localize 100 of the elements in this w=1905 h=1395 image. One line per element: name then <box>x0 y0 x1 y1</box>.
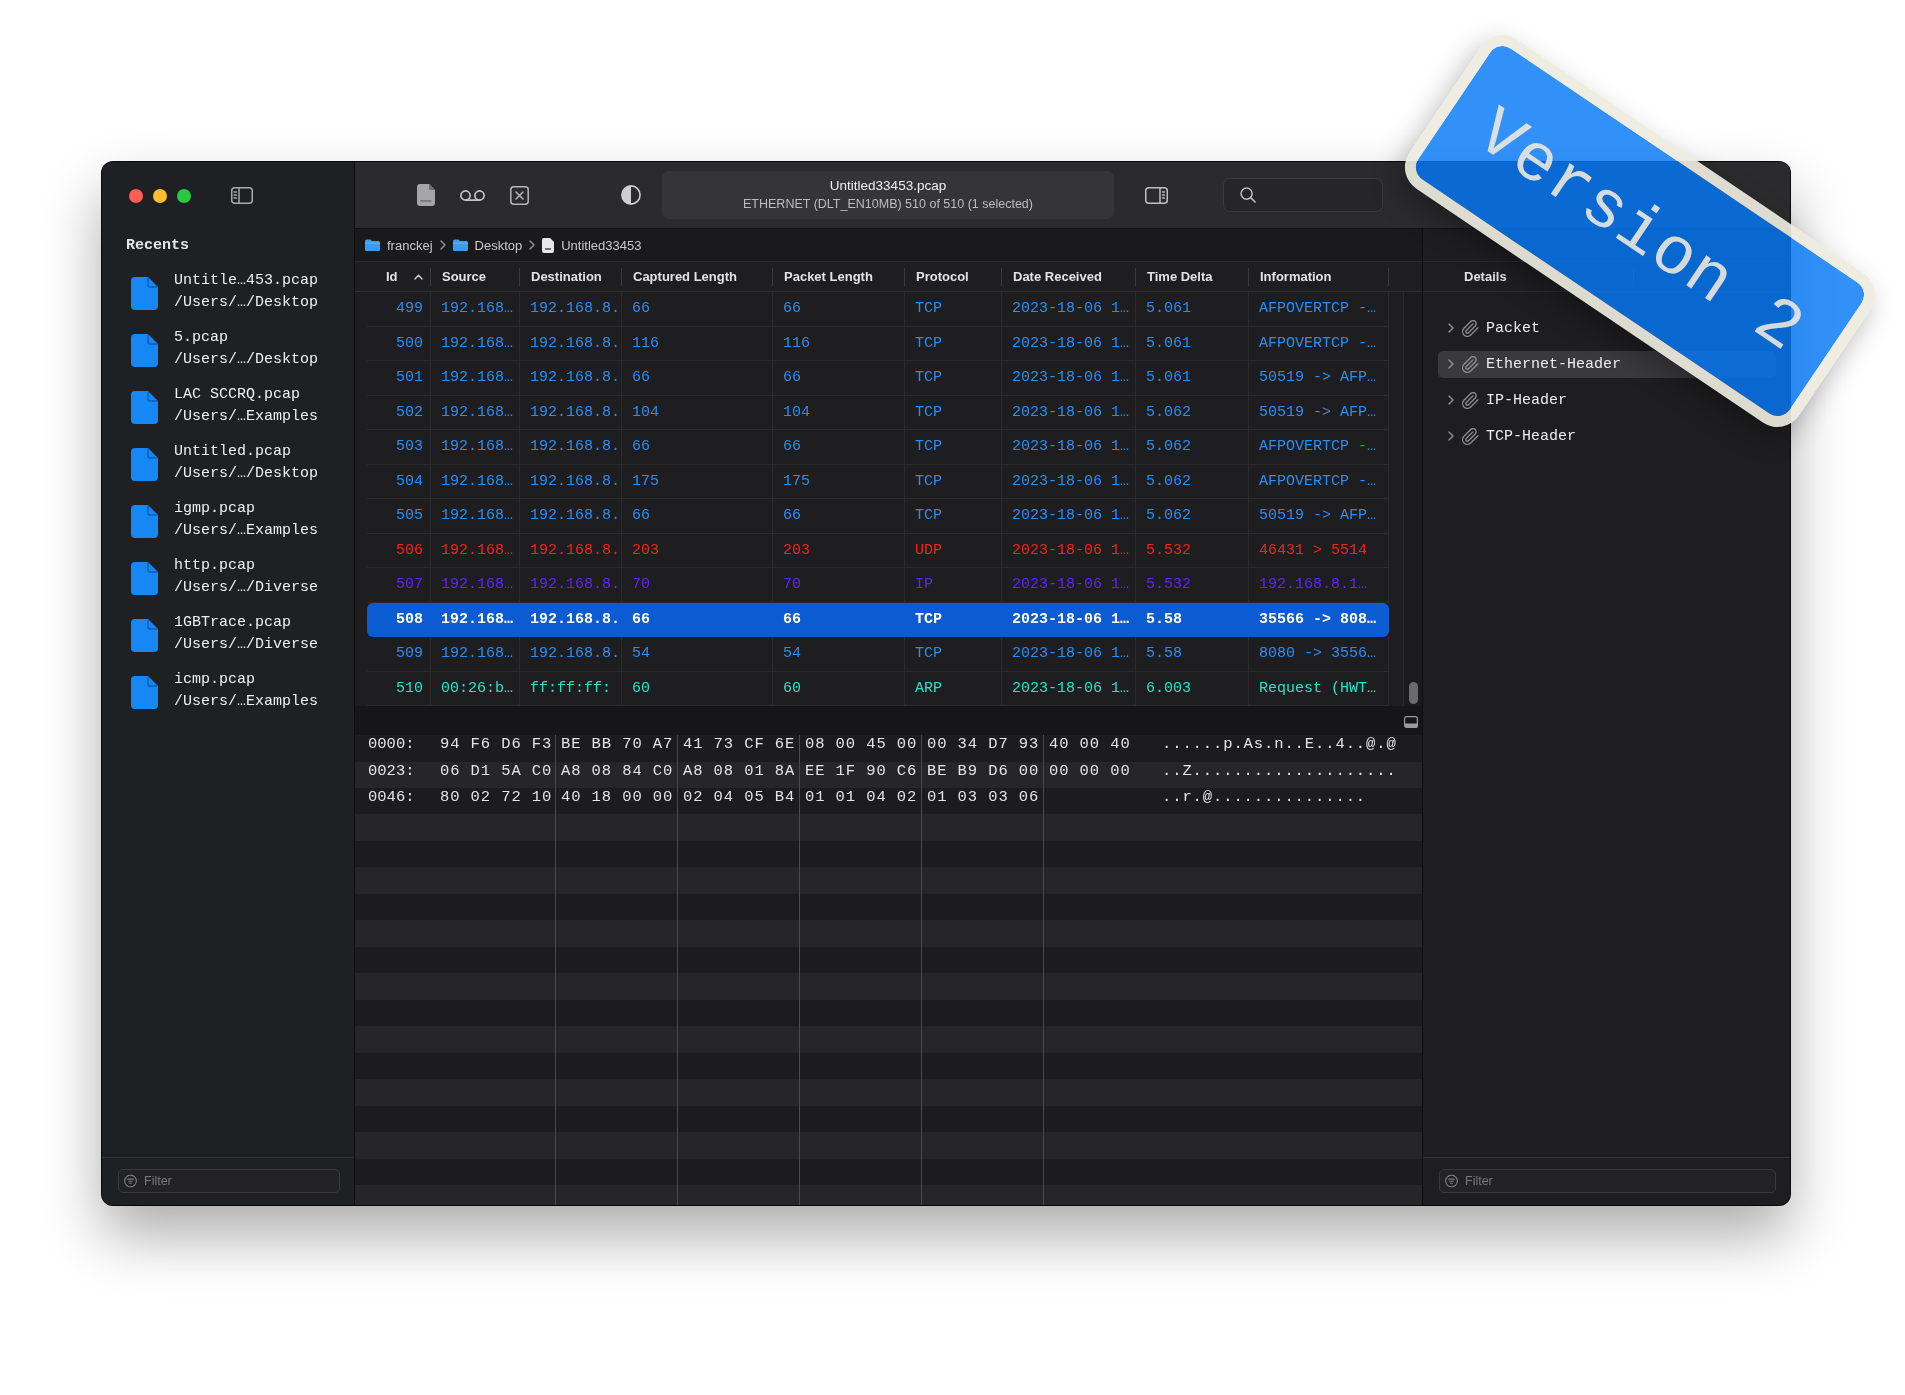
document-icon <box>131 505 158 538</box>
table-cell: TCP <box>905 430 1002 464</box>
column-header[interactable]: Source <box>431 267 520 286</box>
table-cell: 507 <box>367 568 431 602</box>
table-row[interactable]: 508 192.168… 192.168.8. 66 66 TCP 2023-18-06 1… 5.58 35566 -> 808… <box>367 602 1389 637</box>
table-row[interactable]: 509 192.168… 192.168.8. 54 54 TCP 2023-18-06 1… 5.58 8080 -> 3556… <box>367 637 1389 672</box>
table-cell: 192.168.8. <box>520 395 622 429</box>
table-cell: TCP <box>905 499 1002 533</box>
table-cell: 6.003 <box>1136 671 1249 705</box>
table-cell: 60 <box>773 671 905 705</box>
table-cell: 192.168.8. <box>520 464 622 498</box>
panel-toggle-icon[interactable] <box>1145 186 1168 204</box>
table-cell-text: 192.168… <box>440 609 514 630</box>
file-path: /Users/…/Diverse <box>174 635 319 655</box>
document-icon <box>131 334 158 367</box>
hex-bytes: A8 08 84 C0 <box>561 761 674 782</box>
contrast-icon[interactable] <box>621 185 641 205</box>
breadcrumb-item[interactable]: Untitled33453 <box>542 237 642 253</box>
tape-icon[interactable] <box>460 189 485 201</box>
file-name[interactable]: Untitled.pcap <box>174 441 292 463</box>
table-cell-text: 66 <box>782 609 802 630</box>
document-icon <box>131 448 158 481</box>
chevron-right-icon[interactable] <box>1448 359 1454 369</box>
table-cell: 192.168… <box>431 499 520 533</box>
column-header[interactable]: Information <box>1249 267 1389 286</box>
filter-icon <box>1445 1174 1458 1188</box>
tree-item[interactable]: IP-Header <box>1438 386 1577 414</box>
filter-field[interactable]: Filter <box>118 1169 340 1193</box>
column-header[interactable]: Protocol <box>905 267 1002 286</box>
table-row[interactable]: 506 192.168… 192.168.8. 203 203 UDP 2023-18-06 1… 5.532 46431 > 5514 <box>367 533 1389 568</box>
table-cell: 502 <box>367 395 431 429</box>
section-heading: Recents <box>126 237 189 255</box>
table-cell: 192.168… <box>431 637 520 671</box>
table-cell: 2023-18-06 1… <box>1002 637 1136 671</box>
table-row[interactable]: 500 192.168… 192.168.8. 116 116 TCP 2023-18-06 1… 5.061 AFPOVERTCP -… <box>367 326 1389 361</box>
table-row[interactable]: 503 192.168… 192.168.8. 66 66 TCP 2023-18-06 1… 5.062 AFPOVERTCP -… <box>367 430 1389 465</box>
document-icon[interactable] <box>417 184 435 206</box>
table-cell: 66 <box>622 499 773 533</box>
hex-bytes: 94 F6 D6 F3 <box>440 735 553 755</box>
paperclip-icon <box>1462 427 1479 445</box>
table-cell: 60 <box>622 671 773 705</box>
file-name[interactable]: 5.pcap <box>174 327 228 349</box>
column-header[interactable]: Date Received <box>1002 267 1136 286</box>
table-cell: 203 <box>773 533 905 567</box>
filter-field[interactable]: Filter <box>1439 1169 1776 1193</box>
table-cell: 175 <box>773 464 905 498</box>
close-button[interactable] <box>129 188 143 203</box>
column-header[interactable]: Captured Length <box>622 267 773 286</box>
table-cell: 2023-18-06 1… <box>1002 361 1136 395</box>
table-cell: 50519 -> AFP… <box>1249 499 1389 533</box>
table-cell: 192.168.8. <box>520 326 622 360</box>
file-name[interactable]: 1GBTrace.pcap <box>174 612 292 634</box>
column-header[interactable]: Time Delta <box>1136 267 1249 286</box>
chevron-right-icon[interactable] <box>1448 395 1454 405</box>
file-name[interactable]: icmp.pcap <box>174 669 255 691</box>
file-path: /Users/…Examples <box>174 521 319 541</box>
table-cell-text: 192.168.8. <box>529 609 621 630</box>
column-header[interactable]: Id <box>367 267 431 286</box>
table-row[interactable]: 505 192.168… 192.168.8. 66 66 TCP 2023-18-06 1… 5.062 50519 -> AFP… <box>367 499 1389 534</box>
table-cell-text: 35566 -> 808… <box>1258 609 1378 630</box>
paperclip-icon <box>1462 319 1479 337</box>
table-cell: 509 <box>367 637 431 671</box>
table-row[interactable]: 504 192.168… 192.168.8. 175 175 TCP 2023-18-06 1… 5.062 AFPOVERTCP -… <box>367 464 1389 499</box>
chevron-right-icon[interactable] <box>1448 323 1454 333</box>
table-cell: 192.168… <box>431 430 520 464</box>
hex-offset: 0046: <box>368 788 415 808</box>
table-cell: 50519 -> AFP… <box>1249 395 1389 429</box>
table-cell: TCP <box>905 395 1002 429</box>
document-icon <box>542 237 555 253</box>
capture-summary: ETHERNET (DLT_EN10MB) 510 of 510 (1 selected) <box>743 197 1033 212</box>
sidebar-toggle-icon[interactable] <box>231 187 253 204</box>
breadcrumb-item[interactable]: franckej <box>365 237 433 253</box>
table-row[interactable]: 499 192.168… 192.168.8. 66 66 TCP 2023-18-06 1… 5.061 AFPOVERTCP -… <box>367 292 1389 327</box>
file-name[interactable]: http.pcap <box>174 555 255 577</box>
file-name[interactable]: Untitle…453.pcap <box>174 270 319 292</box>
search-field[interactable] <box>1223 178 1383 212</box>
minimize-button[interactable] <box>153 188 167 203</box>
zoom-button[interactable] <box>177 188 191 203</box>
table-cell: 504 <box>367 464 431 498</box>
panel-toggle-icon[interactable] <box>1404 716 1418 728</box>
column-header[interactable]: Destination <box>520 267 622 286</box>
table-cell: 5.062 <box>1136 499 1249 533</box>
scrollbar-thumb[interactable] <box>1408 682 1418 704</box>
breadcrumb-item[interactable]: Desktop <box>452 237 523 253</box>
chevron-right-icon[interactable] <box>1448 431 1454 441</box>
table-cell: 2023-18-06 1… <box>1002 533 1136 567</box>
file-name[interactable]: LAC SCCRQ.pcap <box>174 384 301 406</box>
table-row[interactable]: 502 192.168… 192.168.8. 104 104 TCP 2023-18-06 1… 5.062 50519 -> AFP… <box>367 395 1389 430</box>
file-name[interactable]: igmp.pcap <box>174 498 255 520</box>
tree-item[interactable]: Packet <box>1438 314 1550 342</box>
table-row[interactable]: 501 192.168… 192.168.8. 66 66 TCP 2023-18-06 1… 5.061 50519 -> AFP… <box>367 361 1389 396</box>
table-cell: 2023-18-06 1… <box>1002 292 1136 326</box>
table-cell: 50519 -> AFP… <box>1249 361 1389 395</box>
table-cell: 2023-18-06 1… <box>1002 568 1136 602</box>
table-cell: 5.58 <box>1136 637 1249 671</box>
document-icon <box>131 619 158 652</box>
x-square-icon[interactable] <box>510 185 529 205</box>
column-header[interactable]: Packet Length <box>773 267 905 286</box>
table-cell: 510 <box>367 671 431 705</box>
table-cell: 503 <box>367 430 431 464</box>
